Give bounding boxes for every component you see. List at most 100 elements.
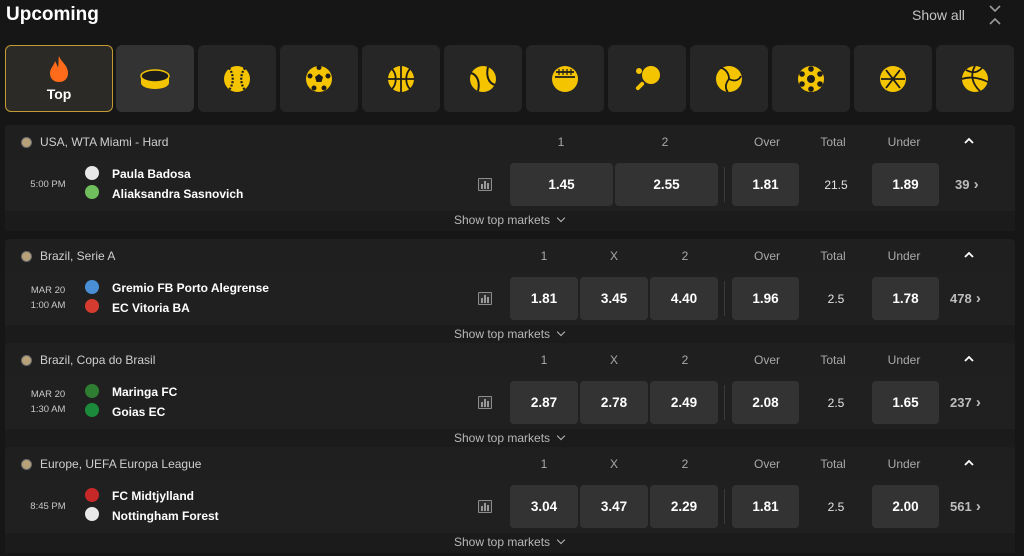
under-button[interactable]: 1.65 [872, 381, 939, 424]
stats-icon[interactable] [478, 292, 492, 305]
baseball-icon [224, 65, 250, 92]
odd-2-button[interactable]: 2.55 [615, 163, 718, 206]
tennis-ball-icon [21, 137, 32, 148]
col-header-total: Total [820, 457, 846, 471]
col-header-1: 1 [540, 457, 548, 471]
total-value: 2.5 [827, 291, 845, 306]
event-time: 1:00 AM [30, 300, 66, 311]
team-logo-icon [85, 299, 99, 313]
event-footer: Show top markets [5, 211, 1015, 231]
event-footer: Show top markets [5, 533, 1015, 553]
col-header-2: 2 [681, 457, 689, 471]
col-header-total: Total [820, 249, 846, 263]
tab-top[interactable]: Top [5, 45, 113, 112]
event-time: 5:00 PM [30, 179, 66, 190]
team-away: EC Vitoria BA [112, 301, 190, 315]
more-markets-link[interactable]: 478 [950, 290, 981, 307]
tab-volleyball[interactable] [690, 45, 768, 112]
tennis-icon [470, 65, 496, 92]
odd-1-button[interactable]: 1.81 [510, 277, 578, 320]
league-name: Brazil, Serie A [40, 249, 116, 263]
over-button[interactable]: 1.81 [732, 163, 799, 206]
team-logo-icon [85, 507, 99, 521]
team-home: Maringa FC [112, 385, 178, 399]
col-header-under: Under [887, 353, 921, 367]
total-value: 21.5 [824, 177, 848, 192]
event-row[interactable]: 8:45 PM FC Midtjylland Nottingham Forest… [5, 481, 1015, 533]
tab-ice-hockey[interactable] [116, 45, 194, 112]
more-markets-link[interactable]: 237 [950, 394, 981, 411]
team-away: Goias EC [112, 405, 166, 419]
show-top-markets-button[interactable]: Show top markets [454, 431, 564, 445]
odd-1-button[interactable]: 1.45 [510, 163, 613, 206]
odd-2-button[interactable]: 4.40 [650, 277, 718, 320]
football-icon [21, 355, 32, 366]
league-header: USA, WTA Miami - Hard 1 2 Over Total Und… [5, 125, 1015, 159]
collapse-icon[interactable] [988, 4, 1002, 26]
tab-beach-volleyball[interactable] [936, 45, 1014, 112]
league-name: Brazil, Copa do Brasil [40, 353, 156, 367]
team-home: Paula Badosa [112, 167, 191, 181]
event-row[interactable]: MAR 20 1:00 AM Gremio FB Porto Alegrense… [5, 273, 1015, 325]
show-top-markets-button[interactable]: Show top markets [454, 327, 564, 341]
more-markets-link[interactable]: 39 [955, 176, 979, 193]
tab-tennis[interactable] [444, 45, 522, 112]
divider [724, 385, 725, 420]
event-footer: Show top markets [5, 429, 1015, 449]
col-header-under: Under [887, 457, 921, 471]
under-button[interactable]: 1.78 [872, 277, 939, 320]
tab-futsal[interactable] [772, 45, 850, 112]
col-header-x: X [609, 457, 618, 471]
tab-baseball[interactable] [198, 45, 276, 112]
chevron-up-icon[interactable] [963, 136, 975, 146]
player-avatar-icon [85, 166, 99, 180]
over-button[interactable]: 2.08 [732, 381, 799, 424]
odd-1-button[interactable]: 2.87 [510, 381, 578, 424]
divider [724, 489, 725, 524]
col-header-under: Under [887, 135, 921, 149]
odd-x-button[interactable]: 3.45 [580, 277, 648, 320]
divider [724, 167, 725, 202]
stats-icon[interactable] [478, 178, 492, 191]
tab-american-football[interactable] [526, 45, 604, 112]
col-header-total: Total [820, 353, 846, 367]
show-all-link[interactable]: Show all [912, 7, 965, 23]
chevron-up-icon[interactable] [963, 354, 975, 364]
show-top-markets-button[interactable]: Show top markets [454, 213, 564, 227]
event-row[interactable]: 5:00 PM Paula Badosa Aliaksandra Sasnovi… [5, 159, 1015, 211]
col-header-over: Over [753, 353, 780, 367]
tab-water-polo[interactable] [854, 45, 932, 112]
total-value: 2.5 [827, 395, 845, 410]
volleyball-icon [716, 65, 742, 93]
odd-1-button[interactable]: 3.04 [510, 485, 578, 528]
odd-x-button[interactable]: 2.78 [580, 381, 648, 424]
league-header: Brazil, Serie A 1 X 2 Over Total Under [5, 239, 1015, 273]
over-button[interactable]: 1.96 [732, 277, 799, 320]
team-logo-icon [85, 280, 99, 294]
col-header-2: 2 [681, 353, 689, 367]
col-header-x: X [609, 249, 618, 263]
stats-icon[interactable] [478, 500, 492, 513]
tab-football[interactable] [280, 45, 358, 112]
chevron-up-icon[interactable] [963, 250, 975, 260]
show-top-markets-button[interactable]: Show top markets [454, 535, 564, 549]
event-row[interactable]: MAR 20 1:30 AM Maringa FC Goias EC 2.87 … [5, 377, 1015, 429]
over-button[interactable]: 1.81 [732, 485, 799, 528]
football-icon [21, 251, 32, 262]
odd-x-button[interactable]: 3.47 [580, 485, 648, 528]
odd-2-button[interactable]: 2.49 [650, 381, 718, 424]
odd-2-button[interactable]: 2.29 [650, 485, 718, 528]
more-markets-link[interactable]: 561 [950, 498, 981, 515]
col-header-1: 1 [540, 353, 548, 367]
col-header-under: Under [887, 249, 921, 263]
water-polo-icon [880, 65, 906, 92]
chevron-up-icon[interactable] [963, 458, 975, 468]
stats-icon[interactable] [478, 396, 492, 409]
tab-basketball[interactable] [362, 45, 440, 112]
league-name: Europe, UEFA Europa League [40, 457, 202, 471]
total-value: 2.5 [827, 499, 845, 514]
under-button[interactable]: 2.00 [872, 485, 939, 528]
under-button[interactable]: 1.89 [872, 163, 939, 206]
league-header: Brazil, Copa do Brasil 1 X 2 Over Total … [5, 343, 1015, 377]
tab-table-tennis[interactable] [608, 45, 686, 112]
